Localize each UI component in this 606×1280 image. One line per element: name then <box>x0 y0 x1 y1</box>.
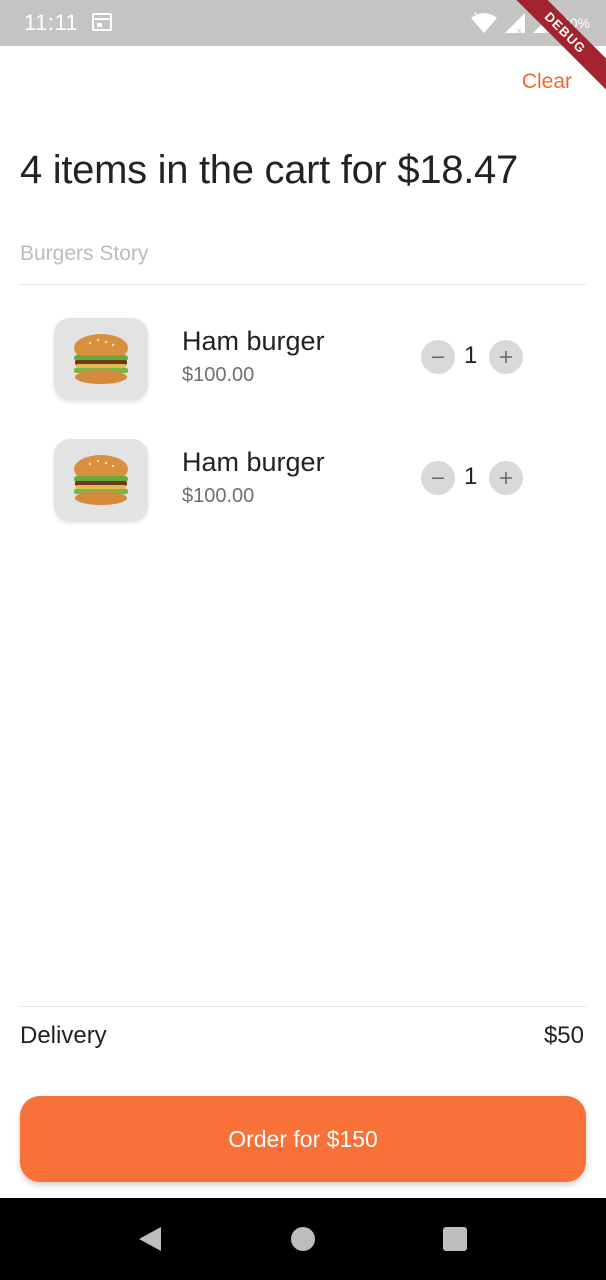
delivery-label: Delivery <box>20 1022 107 1049</box>
item-name: Ham burger <box>182 447 325 477</box>
signal-icon: x <box>504 13 525 34</box>
decrease-quantity-button[interactable] <box>421 340 455 374</box>
increase-quantity-button[interactable] <box>489 340 523 374</box>
cart-item: Ham burger $100.00 1 <box>54 439 554 521</box>
svg-text:x: x <box>517 26 522 34</box>
increase-quantity-button[interactable] <box>489 461 523 495</box>
item-image <box>54 439 148 521</box>
item-name: Ham burger <box>182 326 325 356</box>
divider <box>20 1006 586 1007</box>
item-image <box>54 318 148 400</box>
cart-item: Ham burger $100.00 1 <box>54 318 554 400</box>
burger-icon <box>74 455 128 505</box>
item-price: $100.00 <box>182 485 255 507</box>
decrease-quantity-button[interactable] <box>421 461 455 495</box>
delivery-value: $50 <box>543 1022 584 1049</box>
plus-icon <box>500 351 512 363</box>
status-bar: 11:11 x x 40% <box>0 0 606 46</box>
status-time: 11:11 <box>24 10 79 35</box>
quantity-value: 1 <box>464 342 478 369</box>
item-price: $100.00 <box>182 364 255 386</box>
clear-button[interactable]: Clear <box>522 70 572 94</box>
plus-icon <box>500 472 512 484</box>
quantity-value: 1 <box>464 463 478 490</box>
divider <box>20 284 586 285</box>
home-icon[interactable] <box>291 1227 315 1251</box>
navigation-bar <box>0 1198 606 1280</box>
restaurant-name: Burgers Story <box>20 242 149 265</box>
calendar-icon <box>92 13 112 31</box>
wifi-icon <box>470 12 497 33</box>
back-icon[interactable] <box>138 1226 162 1252</box>
recent-apps-icon[interactable] <box>443 1227 467 1251</box>
minus-icon <box>432 356 444 358</box>
order-button[interactable]: Order for $150 <box>20 1096 586 1182</box>
page-title: 4 items in the cart for $18.47 <box>20 148 518 192</box>
burger-icon <box>74 334 128 384</box>
minus-icon <box>432 477 444 479</box>
